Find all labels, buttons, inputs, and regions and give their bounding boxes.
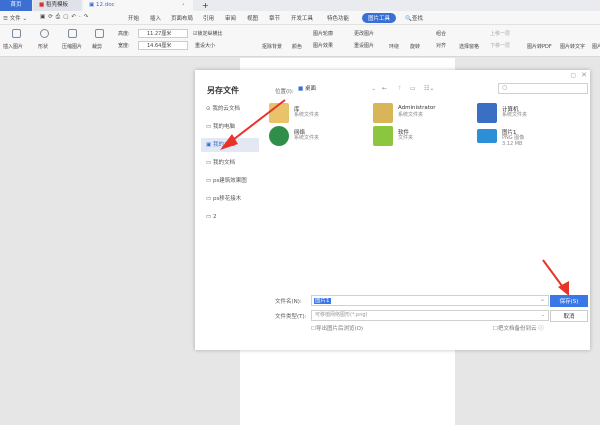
arrow-to-save [542,259,569,296]
annotation-arrows [220,99,569,296]
arrow-to-desktop [220,99,286,150]
